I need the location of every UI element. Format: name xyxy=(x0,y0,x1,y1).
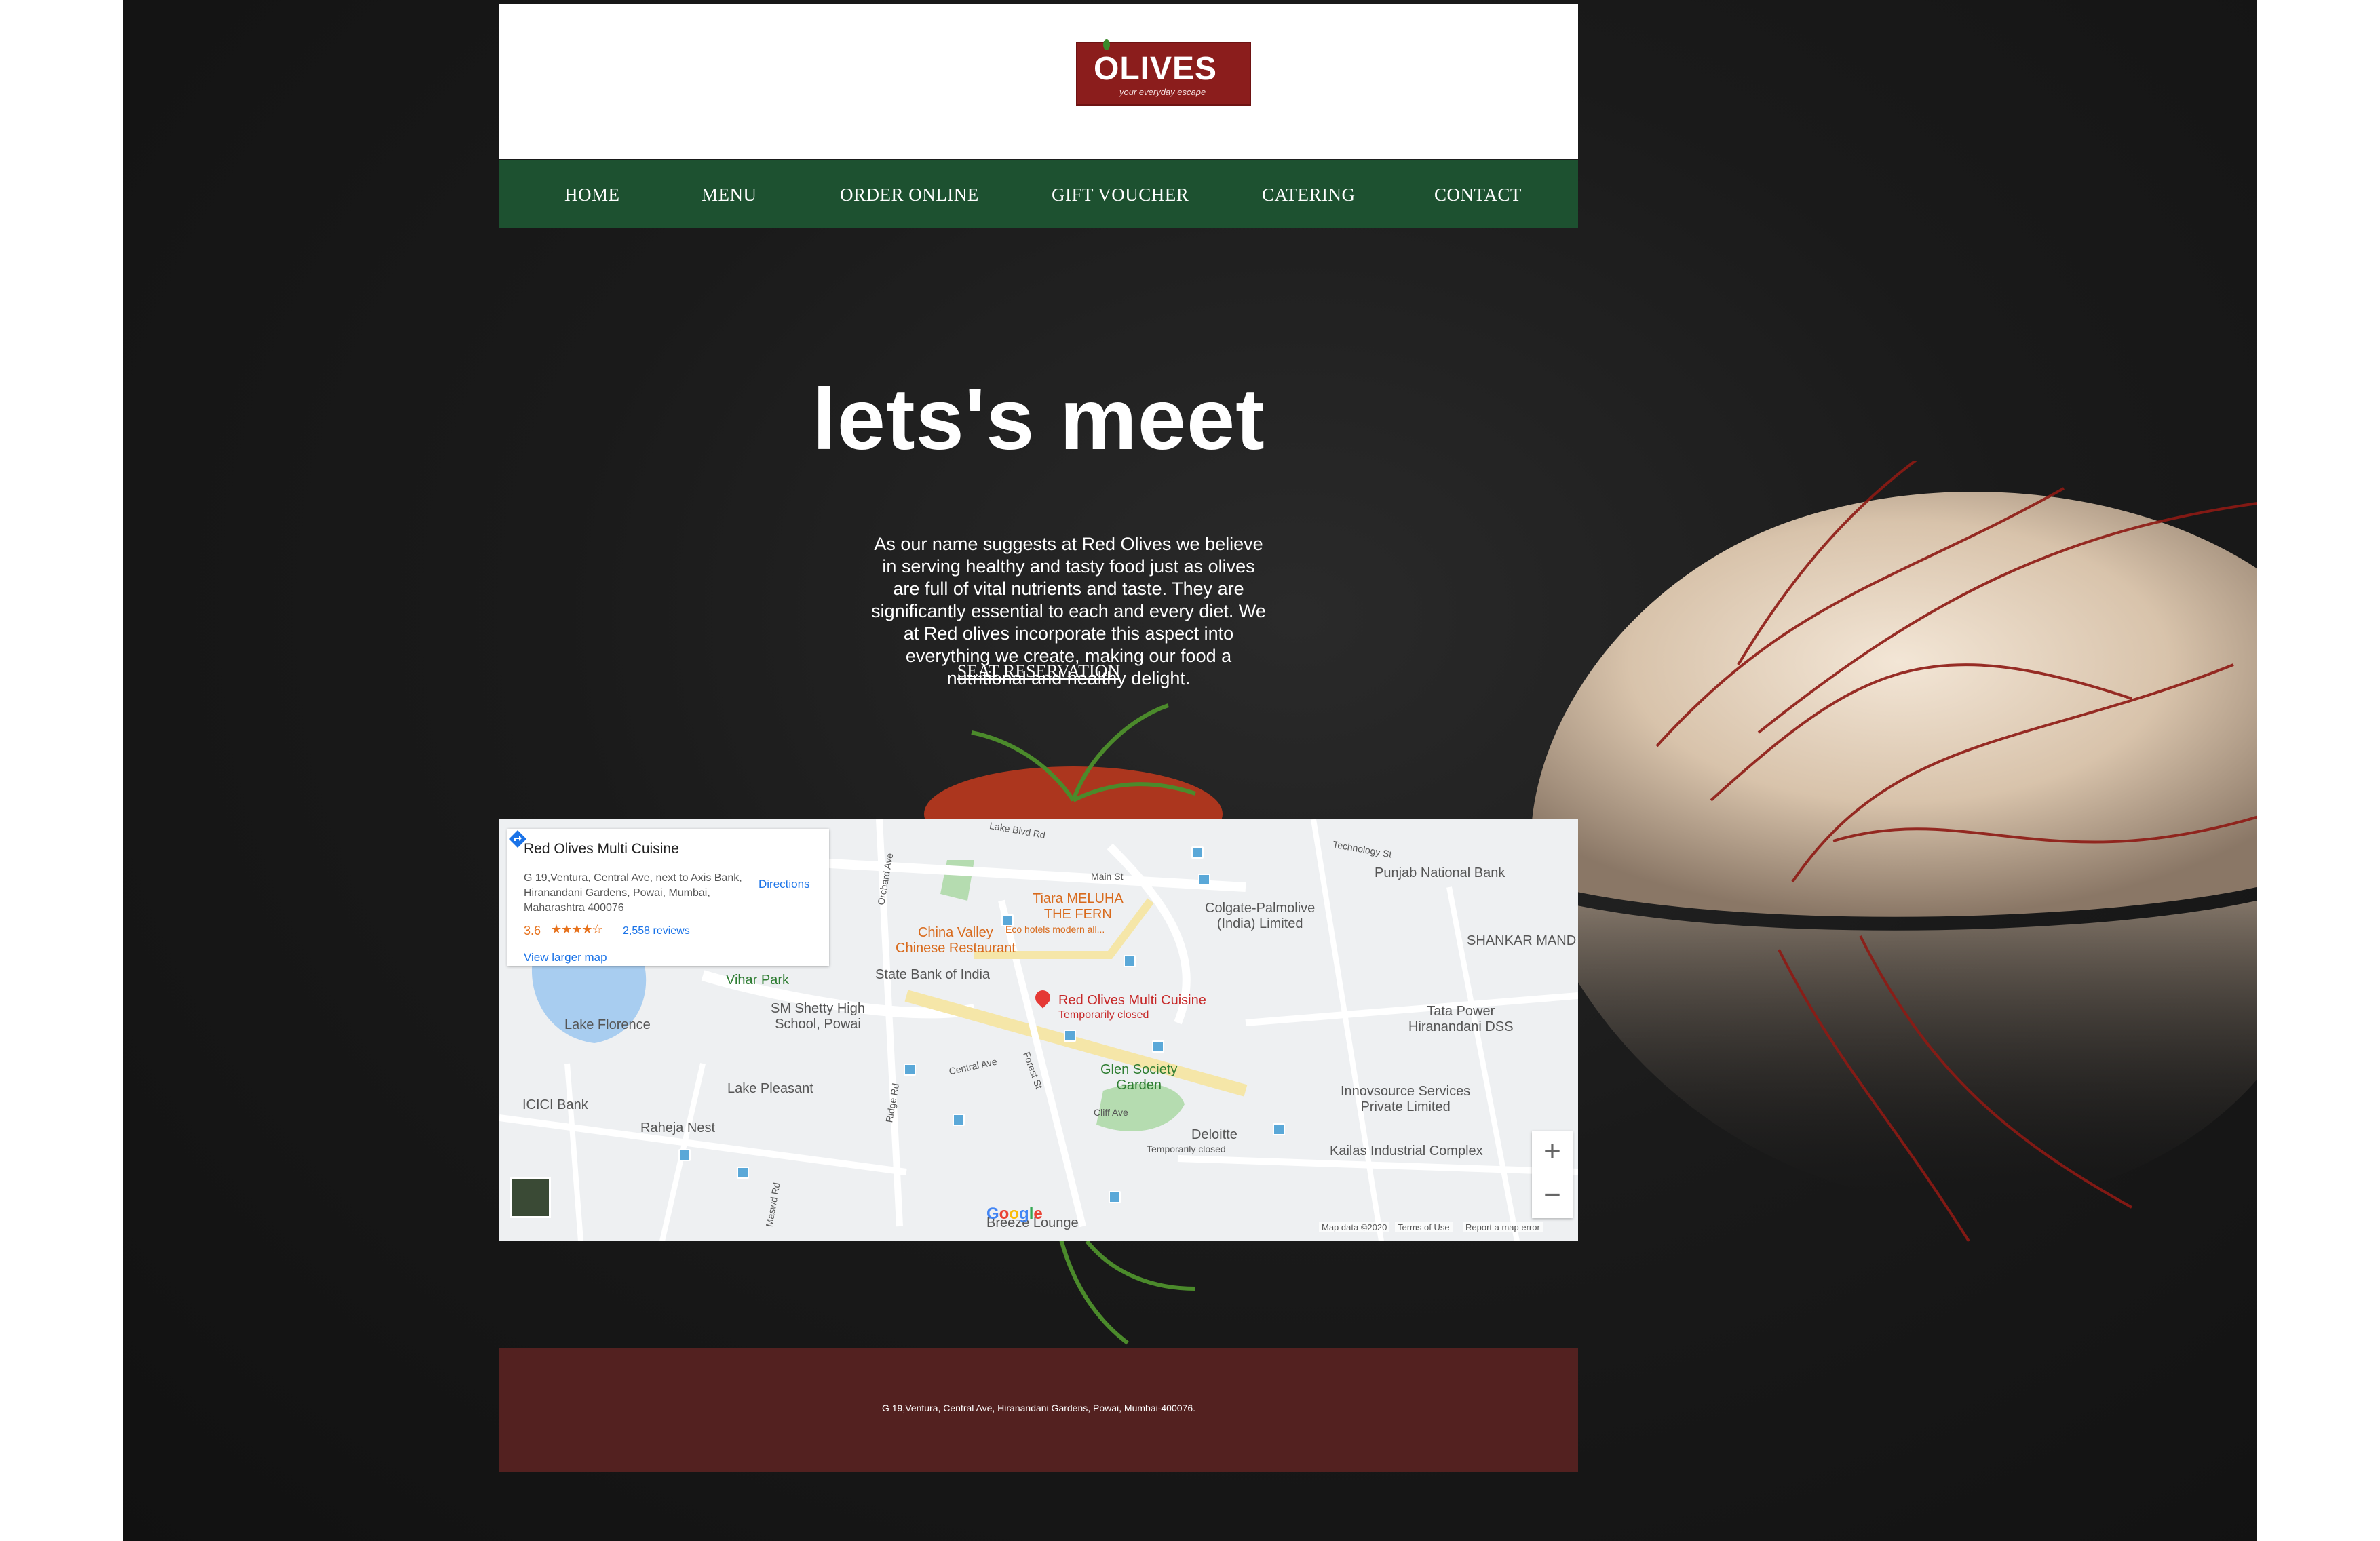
transit-icon xyxy=(737,1167,749,1179)
zoom-in-button[interactable]: + xyxy=(1532,1131,1573,1175)
nav-catering[interactable]: CATERING xyxy=(1262,184,1356,206)
site-footer: G 19,Ventura, Central Ave, Hiranandani G… xyxy=(499,1348,1578,1472)
info-card-title: Red Olives Multi Cuisine xyxy=(524,841,679,857)
directions-link[interactable]: Directions xyxy=(759,878,810,891)
transit-icon xyxy=(1198,874,1210,886)
logo-wordmark: OLIVES xyxy=(1094,51,1218,87)
street-cliff-ave: Cliff Ave xyxy=(1094,1107,1128,1118)
map-data-text: Map data ©2020 xyxy=(1319,1222,1390,1232)
map-label-punjab[interactable]: Punjab National Bank xyxy=(1375,865,1505,881)
transit-icon xyxy=(678,1149,691,1161)
map-label-tiara[interactable]: Tiara MELUHA THE FERN xyxy=(1033,891,1124,922)
info-card-address: G 19,Ventura, Central Ave, next to Axis … xyxy=(524,872,742,914)
hero-title: lets's meet xyxy=(812,371,1265,468)
transit-icon xyxy=(1191,846,1204,859)
map-label-raheja[interactable]: Raheja Nest xyxy=(640,1120,715,1136)
map-label-tata[interactable]: Tata Power Hiranandani DSS xyxy=(1408,1004,1514,1035)
map-label-red-olives-status: Temporarily closed xyxy=(1058,1009,1149,1021)
map-label-china-valley[interactable]: China Valley Chinese Restaurant xyxy=(896,925,1016,956)
nav-order-online[interactable]: ORDER ONLINE xyxy=(840,184,979,206)
map-label-vihar[interactable]: Vihar Park xyxy=(726,973,789,988)
map-label-kailas[interactable]: Kailas Industrial Complex xyxy=(1330,1144,1483,1159)
street-main: Main St xyxy=(1091,871,1124,882)
logo-tagline: your everyday escape xyxy=(1119,87,1206,97)
map-label-red-olives[interactable]: Red Olives Multi Cuisine xyxy=(1058,993,1206,1009)
transit-icon xyxy=(1273,1123,1285,1135)
footer-address: G 19,Ventura, Central Ave, Hiranandani G… xyxy=(881,1403,1195,1413)
satellite-toggle-button[interactable] xyxy=(510,1177,551,1218)
nav-gift-voucher[interactable]: GIFT VOUCHER xyxy=(1052,184,1189,206)
star-rating-icon: ★★★★☆ xyxy=(551,922,603,936)
google-logo: Google xyxy=(986,1205,1043,1223)
map-label-icici[interactable]: ICICI Bank xyxy=(522,1097,588,1113)
site-header xyxy=(499,4,1578,159)
map-label-colgate[interactable]: Colgate-Palmolive (India) Limited xyxy=(1205,901,1315,932)
zoom-out-button[interactable]: − xyxy=(1532,1175,1573,1218)
map-label-lake-pleasant[interactable]: Lake Pleasant xyxy=(727,1081,813,1097)
seat-reservation-row: SEAT RESERVATION xyxy=(499,661,1578,682)
info-card-rating: 3.6 xyxy=(524,924,541,937)
transit-icon xyxy=(1064,1030,1076,1042)
map-label-shankar[interactable]: SHANKAR MAND xyxy=(1467,933,1576,949)
transit-icon xyxy=(1152,1040,1164,1053)
page-background xyxy=(123,0,2257,1541)
main-nav: HOME MENU ORDER ONLINE GIFT VOUCHER CATE… xyxy=(499,160,1578,228)
map-report-link[interactable]: Report a map error xyxy=(1463,1222,1543,1232)
map-label-tiara-sub: Eco hotels modern all... xyxy=(1005,924,1105,935)
nav-contact[interactable]: CONTACT xyxy=(1434,184,1522,206)
transit-icon xyxy=(1124,955,1136,967)
place-info-card: Red Olives Multi Cuisine G 19,Ventura, C… xyxy=(507,829,829,966)
map-label-glen[interactable]: Glen Society Garden xyxy=(1100,1062,1177,1093)
map-label-deloitte-status: Temporarily closed xyxy=(1147,1144,1226,1154)
directions-icon[interactable] xyxy=(507,829,528,849)
transit-icon xyxy=(953,1114,965,1126)
map-label-lake-florence[interactable]: Lake Florence xyxy=(564,1017,651,1033)
info-card-reviews-link[interactable]: 2,558 reviews xyxy=(623,925,690,937)
transit-icon xyxy=(904,1064,916,1076)
map-label-sm-shetty[interactable]: SM Shetty High School, Powai xyxy=(771,1001,865,1032)
seat-reservation-link[interactable]: SEAT RESERVATION xyxy=(957,661,1120,681)
zoom-controls: + − xyxy=(1532,1131,1573,1218)
map-label-sbi[interactable]: State Bank of India xyxy=(875,967,990,983)
map-label-innovsource[interactable]: Innovsource Services Private Limited xyxy=(1341,1084,1470,1115)
nav-home[interactable]: HOME xyxy=(564,184,620,206)
transit-icon xyxy=(1109,1191,1121,1203)
map-label-deloitte[interactable]: Deloitte xyxy=(1191,1127,1237,1143)
nav-menu[interactable]: MENU xyxy=(702,184,757,206)
map-terms-link[interactable]: Terms of Use xyxy=(1395,1222,1453,1232)
olives-logo[interactable]: OLIVES your everyday escape xyxy=(1076,39,1251,106)
view-larger-map-link[interactable]: View larger map xyxy=(524,951,607,964)
google-map[interactable]: Red Olives Multi Cuisine Temporarily clo… xyxy=(499,819,1578,1241)
transit-icon xyxy=(1001,914,1014,926)
